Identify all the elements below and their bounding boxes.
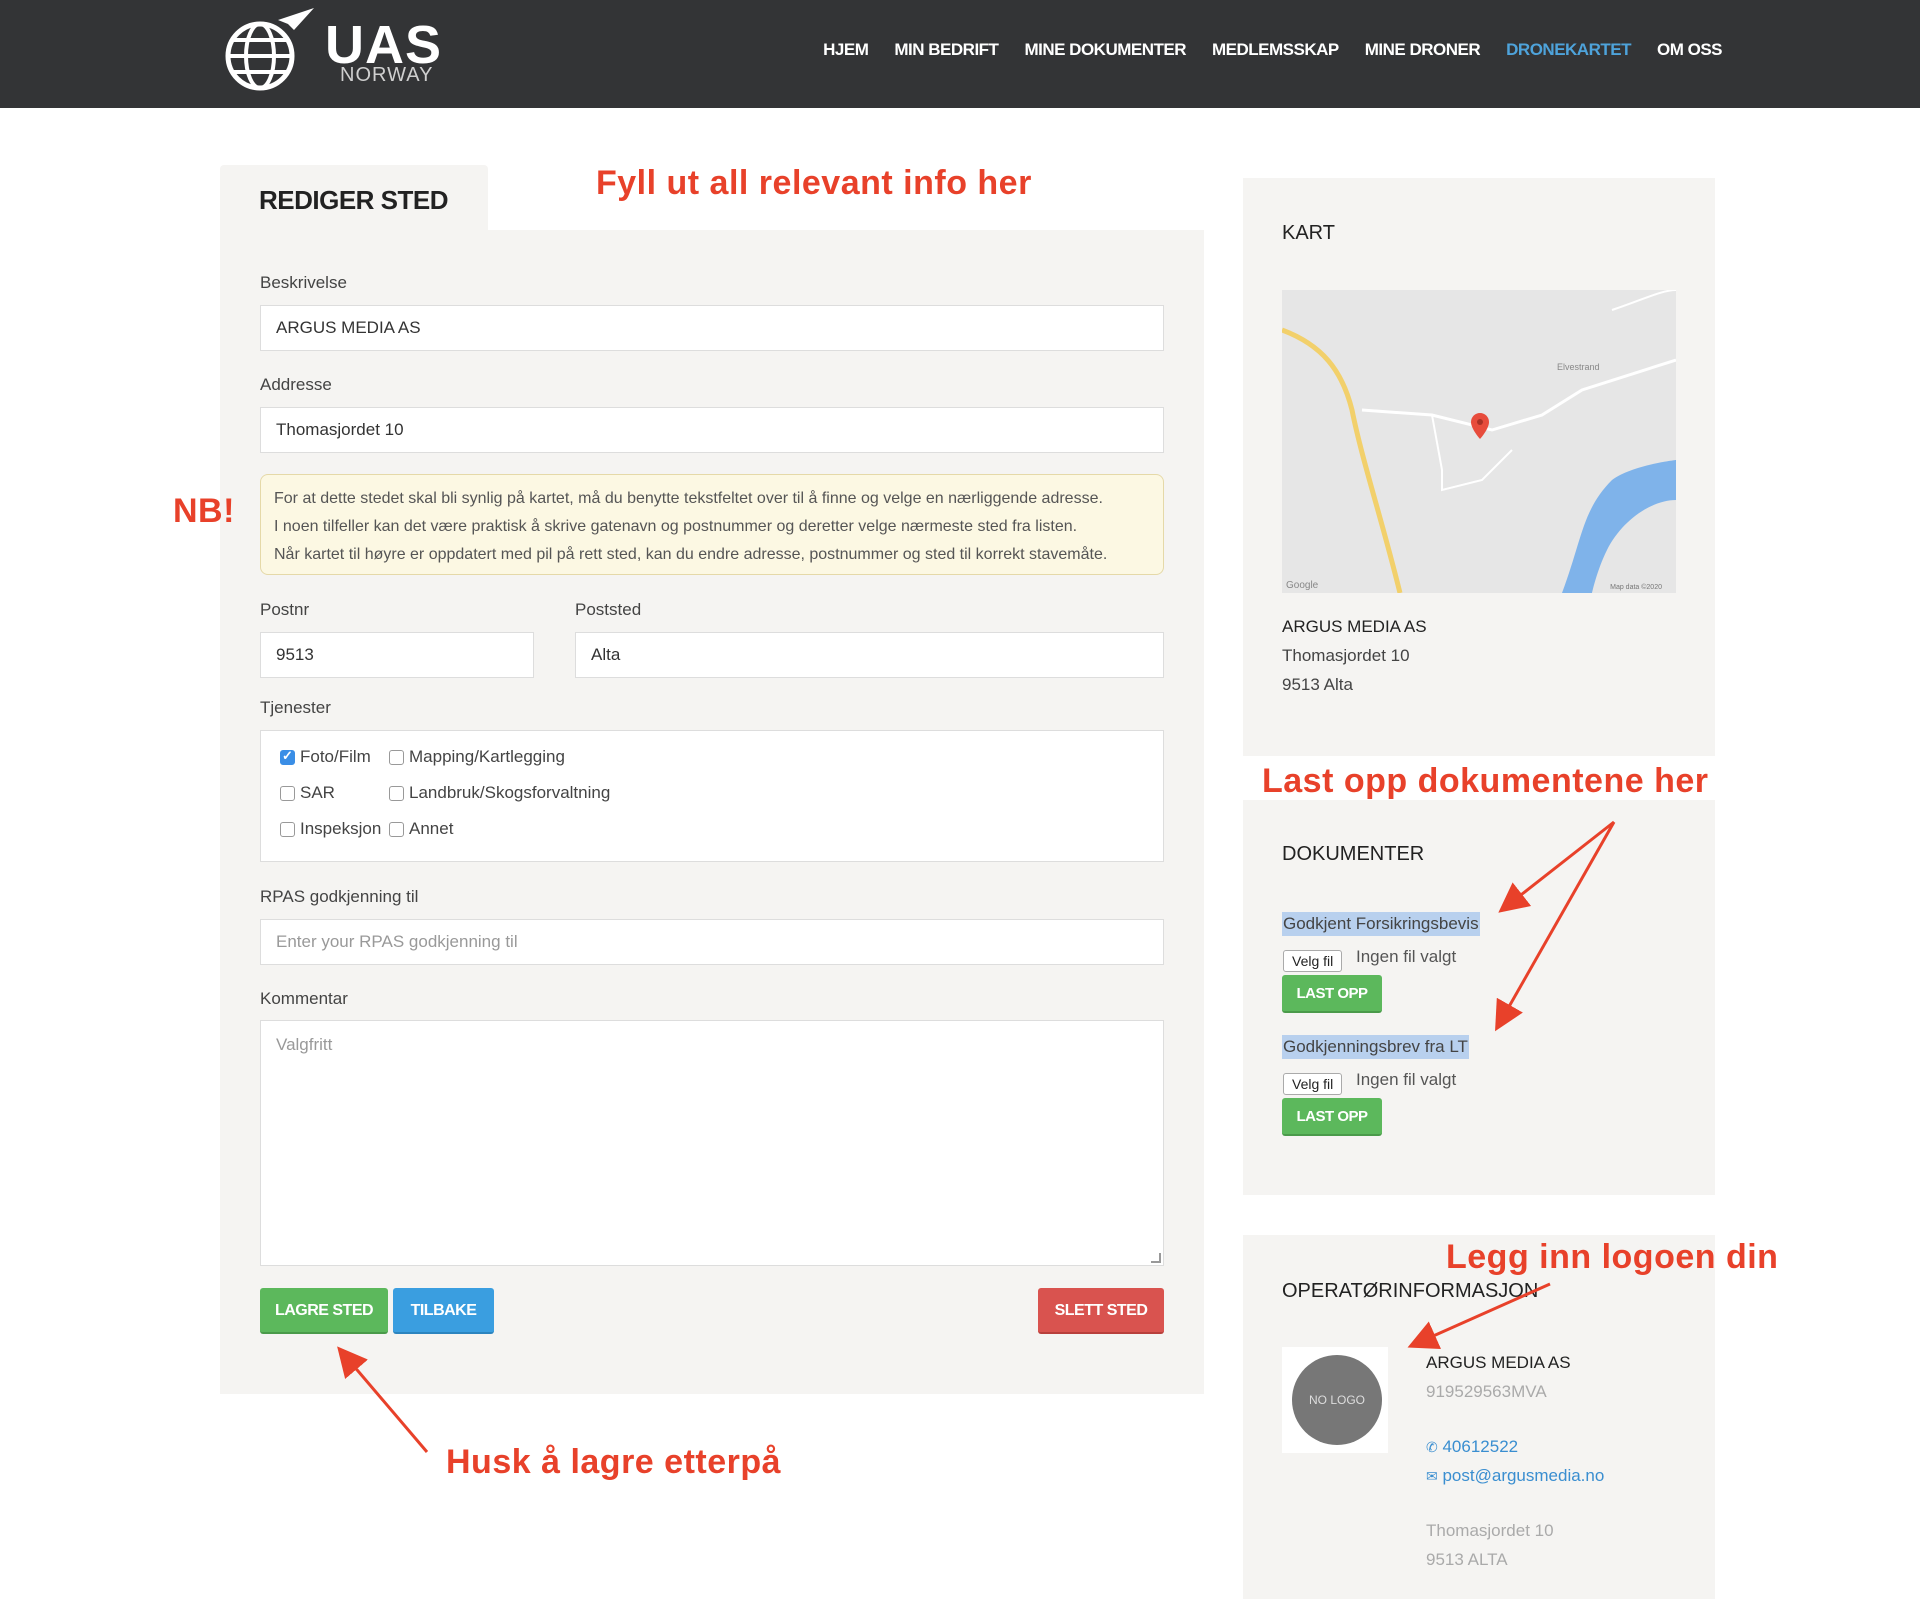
- doc-label-forsikringsbevis: Godkjent Forsikringsbevis: [1282, 912, 1480, 936]
- operator-title: OPERATØRINFORMASJON: [1282, 1280, 1539, 1302]
- description-label: Beskrivelse: [260, 273, 347, 292]
- notice-line-3: Når kartet til høyre er oppdatert med pi…: [274, 546, 1108, 563]
- map-credit: Map data ©2020: [1610, 584, 1662, 591]
- notice-line-2: I noen tilfeller kan det være praktisk å…: [274, 518, 1078, 535]
- checkbox-icon[interactable]: [389, 821, 404, 837]
- doc-label-godkjenningsbrev: Godkjenningsbrev fra LT: [1282, 1035, 1469, 1059]
- service-label: Foto/Film: [300, 747, 371, 766]
- operator-name: ARGUS MEDIA AS: [1426, 1353, 1571, 1372]
- map-google-label: Google: [1286, 580, 1319, 591]
- documents-title: DOKUMENTER: [1282, 843, 1425, 865]
- notice-line-1: For at dette stedet skal bli synlig på k…: [274, 490, 1103, 507]
- comment-placeholder: Valgfritt: [276, 1035, 333, 1054]
- resize-handle-icon[interactable]: [1151, 1253, 1161, 1263]
- envelope-icon: ✉: [1426, 1468, 1438, 1484]
- main-nav: HJEM MIN BEDRIFT MINE DOKUMENTER MEDLEMS…: [797, 40, 1722, 60]
- operator-email[interactable]: ✉ post@argusmedia.no: [1426, 1466, 1604, 1486]
- service-mapping[interactable]: Mapping/Kartlegging: [389, 747, 565, 767]
- top-navbar: UAS NORWAY HJEM MIN BEDRIFT MINE DOKUMEN…: [0, 0, 1920, 108]
- operator-phone[interactable]: ✆ 40612522: [1426, 1437, 1518, 1457]
- service-sar[interactable]: SAR: [280, 783, 335, 803]
- nav-om-oss[interactable]: OM OSS: [1657, 40, 1723, 60]
- map-address-city: 9513 Alta: [1282, 675, 1353, 694]
- annotation-save-reminder: Husk å lagre etterpå: [446, 1443, 782, 1481]
- service-label: SAR: [300, 783, 335, 802]
- nav-min-bedrift[interactable]: MIN BEDRIFT: [894, 40, 999, 60]
- checkbox-icon[interactable]: [280, 785, 295, 801]
- upload-button-2[interactable]: LAST OPP: [1282, 1098, 1382, 1136]
- service-label: Inspeksjon: [300, 819, 382, 838]
- map-title: KART: [1282, 222, 1335, 244]
- choose-file-button-1[interactable]: Velg fil: [1283, 950, 1343, 972]
- operator-org-number: 919529563MVA: [1426, 1382, 1547, 1401]
- delete-button[interactable]: SLETT STED: [1038, 1288, 1164, 1334]
- map-address: ARGUS MEDIA AS Thomasjordet 10 9513 Alta: [1282, 612, 1427, 699]
- postnr-label: Postnr: [260, 600, 310, 619]
- nav-dronekartet[interactable]: DRONEKARTET: [1506, 40, 1631, 60]
- map-address-name: ARGUS MEDIA AS: [1282, 617, 1427, 636]
- comment-label: Kommentar: [260, 989, 348, 1008]
- comment-textarea[interactable]: Valgfritt: [260, 1020, 1164, 1266]
- operator-email-value: post@argusmedia.no: [1442, 1466, 1605, 1485]
- services-label: Tjenester: [260, 698, 331, 717]
- annotation-upload-docs: Last opp dokumentene her: [1262, 762, 1709, 800]
- back-button[interactable]: TILBAKE: [393, 1288, 494, 1334]
- form-tab: REDIGER STED: [220, 165, 488, 231]
- checkbox-icon[interactable]: [280, 821, 295, 837]
- map-label-place: Elvestrand: [1557, 362, 1600, 372]
- logo-upload-box[interactable]: NO LOGO: [1282, 1347, 1388, 1453]
- service-landbruk[interactable]: Landbruk/Skogsforvaltning: [389, 783, 610, 803]
- file-status-1: Ingen fil valgt: [1356, 947, 1457, 966]
- location-map[interactable]: Elvestrand Google Map data ©2020: [1282, 290, 1676, 593]
- page-title: REDIGER STED: [259, 185, 449, 215]
- nav-medlemsskap[interactable]: MEDLEMSSKAP: [1212, 40, 1339, 60]
- annotation-fill-info: Fyll ut all relevant info her: [596, 164, 1032, 202]
- service-annet[interactable]: Annet: [389, 819, 453, 839]
- no-logo-avatar: NO LOGO: [1292, 1355, 1382, 1445]
- service-label: Landbruk/Skogsforvaltning: [409, 783, 611, 802]
- address-label: Addresse: [260, 375, 332, 394]
- service-label: Mapping/Kartlegging: [409, 747, 565, 766]
- choose-file-button-2[interactable]: Velg fil: [1283, 1073, 1343, 1095]
- logo-subtext: NORWAY: [340, 64, 434, 86]
- postnr-input[interactable]: 9513: [260, 632, 534, 678]
- service-inspeksjon[interactable]: Inspeksjon: [280, 819, 381, 839]
- checkbox-checked-icon[interactable]: [280, 748, 295, 765]
- poststed-input[interactable]: Alta: [575, 632, 1164, 678]
- address-input[interactable]: Thomasjordet 10: [260, 407, 1164, 453]
- operator-phone-value: 40612522: [1442, 1437, 1519, 1456]
- nav-mine-droner[interactable]: MINE DRONER: [1365, 40, 1481, 60]
- nav-mine-dokumenter[interactable]: MINE DOKUMENTER: [1024, 40, 1186, 60]
- annotation-nb: NB!: [173, 492, 235, 530]
- checkbox-icon[interactable]: [389, 749, 404, 765]
- file-status-2: Ingen fil valgt: [1356, 1070, 1457, 1089]
- poststed-label: Poststed: [575, 600, 642, 619]
- upload-button-1[interactable]: LAST OPP: [1282, 975, 1382, 1013]
- globe-plane-icon: [225, 8, 314, 91]
- operator-street: Thomasjordet 10: [1426, 1521, 1554, 1540]
- save-button[interactable]: LAGRE STED: [260, 1288, 388, 1334]
- nav-hjem[interactable]: HJEM: [823, 40, 869, 60]
- map-address-street: Thomasjordet 10: [1282, 646, 1410, 665]
- rpas-input[interactable]: Enter your RPAS godkjenning til: [260, 919, 1164, 965]
- checkbox-icon[interactable]: [389, 785, 404, 801]
- annotation-logo: Legg inn logoen din: [1446, 1238, 1779, 1276]
- map-graphic: [1282, 290, 1676, 593]
- rpas-label: RPAS godkjenning til: [260, 887, 419, 906]
- map-pin-icon[interactable]: [1471, 413, 1489, 439]
- service-label: Annet: [409, 819, 454, 838]
- operator-city: 9513 ALTA: [1426, 1550, 1508, 1569]
- service-foto-film[interactable]: Foto/Film: [280, 747, 371, 767]
- description-input[interactable]: ARGUS MEDIA AS: [260, 305, 1164, 351]
- phone-icon: ✆: [1426, 1439, 1438, 1455]
- address-notice: For at dette stedet skal bli synlig på k…: [260, 474, 1164, 575]
